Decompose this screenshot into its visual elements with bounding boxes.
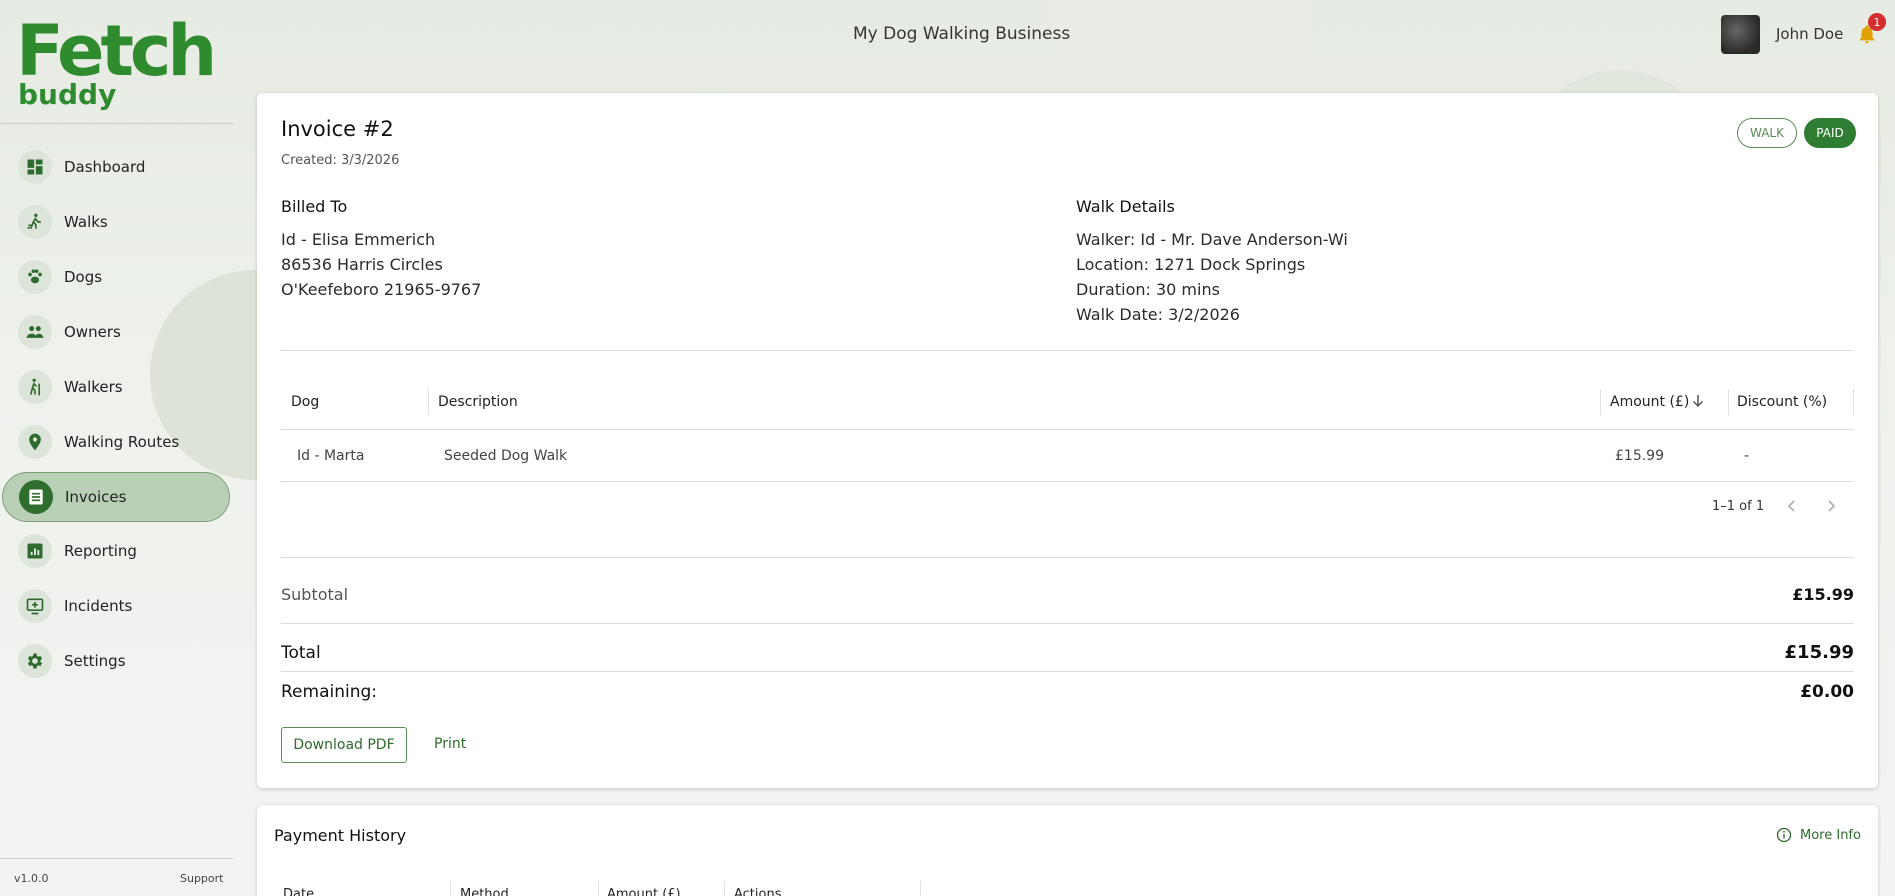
walk-details-heading: Walk Details	[1076, 197, 1175, 216]
sidebar-item-walkers[interactable]: Walkers	[2, 362, 230, 412]
total-value: £15.99	[1784, 642, 1854, 663]
sidebar-item-label: Dashboard	[64, 158, 146, 176]
table-header-divider	[281, 429, 1854, 430]
divider	[0, 123, 233, 124]
column-separator	[450, 881, 451, 896]
sidebar-item-label: Reporting	[64, 542, 137, 560]
divider	[281, 671, 1854, 672]
column-separator	[724, 881, 725, 896]
column-separator	[598, 881, 599, 896]
walk-date: Walk Date: 3/2/2026	[1076, 305, 1240, 324]
sidebar-item-dashboard[interactable]: Dashboard	[2, 142, 230, 192]
column-header-discount[interactable]: Discount (%)	[1737, 394, 1827, 410]
billed-to-street: 86536 Harris Circles	[281, 255, 443, 274]
divider	[281, 623, 1854, 624]
avatar[interactable]	[1721, 15, 1760, 54]
sidebar-item-label: Owners	[64, 323, 121, 341]
monitor-plus-icon	[18, 589, 52, 623]
divider	[0, 858, 233, 859]
support-link[interactable]: Support	[180, 872, 223, 885]
gear-icon	[18, 644, 52, 678]
people-icon	[18, 315, 52, 349]
location-pin-icon	[18, 425, 52, 459]
business-title: My Dog Walking Business	[853, 24, 1071, 44]
sidebar-item-walks[interactable]: Walks	[2, 197, 230, 247]
remaining-label: Remaining:	[281, 682, 377, 702]
column-header-dog[interactable]: Dog	[291, 394, 319, 410]
subtotal-value: £15.99	[1792, 585, 1854, 604]
sidebar-item-owners[interactable]: Owners	[2, 307, 230, 357]
hiker-icon	[18, 370, 52, 404]
column-header-actions[interactable]: Actions	[734, 887, 782, 896]
sidebar-item-label: Walkers	[64, 378, 123, 396]
pagination-label: 1–1 of 1	[1712, 499, 1765, 514]
invoice-icon	[19, 480, 53, 514]
total-label: Total	[281, 643, 321, 663]
billed-to-heading: Billed To	[281, 197, 348, 216]
column-header-amount[interactable]: Amount (£)	[607, 887, 681, 896]
column-header-amount[interactable]: Amount (£)	[1610, 394, 1689, 410]
sidebar-item-label: Walking Routes	[64, 433, 180, 451]
cell-dog: Id - Marta	[297, 448, 365, 464]
user-name[interactable]: John Doe	[1776, 25, 1843, 43]
cell-amount: £15.99	[1615, 448, 1664, 464]
invoice-card: Invoice #2 Created: 3/3/2026 WALK PAID B…	[257, 93, 1878, 788]
logo[interactable]: Fetch buddy	[16, 10, 217, 112]
sidebar-item-label: Walks	[64, 213, 108, 231]
column-header-description[interactable]: Description	[438, 394, 518, 410]
column-separator	[428, 389, 429, 415]
more-info-link[interactable]: More Info	[1776, 827, 1861, 843]
download-pdf-button[interactable]: Download PDF	[281, 727, 407, 763]
sidebar-item-incidents[interactable]: Incidents	[2, 581, 230, 631]
logo-subtext: buddy	[18, 78, 117, 111]
divider	[281, 557, 1854, 558]
invoice-created-date: Created: 3/3/2026	[281, 153, 400, 168]
payment-history-title: Payment History	[274, 826, 407, 845]
dashboard-icon	[18, 150, 52, 184]
logo-text: Fetch	[16, 10, 217, 92]
sidebar-item-reporting[interactable]: Reporting	[2, 526, 230, 576]
divider	[281, 481, 1854, 482]
chart-icon	[18, 534, 52, 568]
sidebar-item-settings[interactable]: Settings	[2, 636, 230, 686]
payment-history-card: Payment History More Info Date Method Am…	[257, 805, 1878, 896]
column-header-date[interactable]: Date	[283, 887, 314, 896]
walk-walker: Walker: Id - Mr. Dave Anderson-Wi	[1076, 230, 1348, 249]
sidebar-item-dogs[interactable]: Dogs	[2, 252, 230, 302]
column-header-method[interactable]: Method	[460, 887, 509, 896]
billed-to-name: Id - Elisa Emmerich	[281, 230, 436, 249]
subtotal-label: Subtotal	[281, 585, 349, 604]
type-chip: WALK	[1737, 118, 1797, 148]
cell-discount: -	[1744, 448, 1750, 464]
cell-description: Seeded Dog Walk	[444, 448, 568, 464]
sort-arrow-icon[interactable]	[1691, 393, 1705, 409]
walk-icon	[18, 205, 52, 239]
billed-to-city: O'Keefeboro 21965-9767	[281, 280, 482, 299]
walk-location: Location: 1271 Dock Springs	[1076, 255, 1306, 274]
walk-duration: Duration: 30 mins	[1076, 280, 1220, 299]
version-label: v1.0.0	[14, 872, 49, 885]
paw-icon	[18, 260, 52, 294]
chevron-right-icon[interactable]	[1822, 497, 1840, 515]
sidebar-item-label: Settings	[64, 652, 126, 670]
column-separator	[1728, 389, 1729, 415]
sidebar: Fetch buddy Dashboard Walks Dogs Owners …	[0, 0, 233, 896]
info-icon	[1776, 827, 1792, 843]
notification-badge: 1	[1868, 13, 1886, 31]
invoice-title: Invoice #2	[281, 117, 394, 141]
column-separator	[1853, 389, 1854, 415]
sidebar-item-label: Incidents	[64, 597, 133, 615]
sidebar-item-walking-routes[interactable]: Walking Routes	[2, 417, 230, 467]
more-info-label: More Info	[1800, 827, 1861, 843]
column-separator	[920, 881, 921, 896]
sidebar-item-invoices[interactable]: Invoices	[2, 472, 230, 522]
sidebar-item-label: Invoices	[65, 488, 127, 506]
column-separator	[1600, 389, 1601, 415]
sidebar-item-label: Dogs	[64, 268, 103, 286]
print-button[interactable]: Print	[434, 736, 466, 752]
remaining-value: £0.00	[1800, 682, 1854, 702]
chevron-left-icon[interactable]	[1783, 497, 1801, 515]
status-badge: PAID	[1804, 118, 1856, 148]
divider	[281, 350, 1854, 351]
